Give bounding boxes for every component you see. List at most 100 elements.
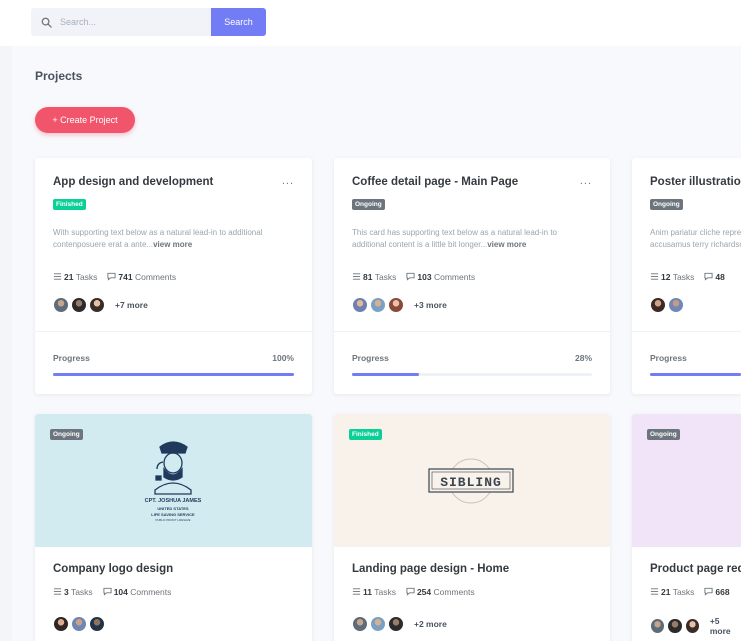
comments-count: 254 Comments <box>406 587 475 597</box>
tasks-count: 21 Tasks <box>53 272 97 282</box>
tasks-count: 11 Tasks <box>352 587 396 597</box>
comment-icon <box>406 272 415 281</box>
comments-number: 104 <box>113 587 128 597</box>
list-icon <box>650 588 659 595</box>
comments-number: 254 <box>416 587 432 597</box>
list-icon <box>352 273 361 280</box>
comments-label: Comments <box>433 272 476 282</box>
project-description: This card has supporting text below as a… <box>352 227 577 251</box>
tasks-count: 12 Tasks <box>650 272 694 282</box>
avatar[interactable] <box>71 616 87 632</box>
divider <box>334 331 610 332</box>
project-stats: 3 Tasks 104 Comments <box>53 587 171 597</box>
project-stats: 21 Tasks 668 <box>650 587 730 597</box>
tasks-label: Tasks <box>75 272 98 282</box>
progress-fill <box>53 373 294 376</box>
avatar[interactable] <box>668 297 684 313</box>
divider <box>632 331 741 332</box>
status-badge: Finished <box>349 429 382 440</box>
comments-number: 741 <box>118 272 133 282</box>
project-card: App design and development ... Finished … <box>35 158 312 394</box>
comments-number: 103 <box>417 272 432 282</box>
list-icon <box>53 588 62 595</box>
description-text: Anim pariatur cliche reprehenderit, enim… <box>650 228 741 249</box>
project-stats: 81 Tasks 103 Comments <box>352 272 475 282</box>
tasks-number: 81 <box>363 272 373 282</box>
logo-text: SIBLING <box>440 475 502 490</box>
progress-bar <box>352 373 592 376</box>
comment-icon <box>406 587 415 596</box>
more-members[interactable]: +2 more <box>414 619 447 629</box>
comments-count: 668 <box>704 587 730 597</box>
comments-label: Comments <box>130 587 172 597</box>
more-members[interactable]: +7 more <box>115 300 148 310</box>
status-badge: Ongoing <box>650 199 683 210</box>
project-title[interactable]: Company logo design <box>53 563 173 575</box>
logo-line-1: UNITED STATES <box>157 506 189 511</box>
more-options-icon[interactable]: ... <box>282 175 294 187</box>
view-more-link[interactable]: view more <box>487 240 526 249</box>
avatar[interactable] <box>388 616 404 632</box>
more-members[interactable]: +3 more <box>414 300 447 310</box>
search-input[interactable] <box>60 17 190 27</box>
project-card: SIBLING Finished Landing page design - H… <box>334 414 610 641</box>
project-title[interactable]: Coffee detail page - Main Page <box>352 176 518 188</box>
logo-line-2: LIFE SAVING SERVICE <box>151 512 195 517</box>
avatar[interactable] <box>650 618 666 634</box>
status-badge: Finished <box>53 199 86 210</box>
project-card: CPT. JOSHUA JAMES UNITED STATES LIFE SAV… <box>35 414 312 641</box>
status-badge: Ongoing <box>647 429 680 440</box>
more-members[interactable]: +5 more <box>710 616 741 636</box>
project-title[interactable]: Landing page design - Home <box>352 563 509 575</box>
tasks-count: 21 Tasks <box>650 587 694 597</box>
comment-icon <box>107 272 116 281</box>
avatar[interactable] <box>667 618 683 634</box>
create-project-button[interactable]: + Create Project <box>35 107 135 133</box>
project-card: Coffee detail page - Main Page ... Ongoi… <box>334 158 610 394</box>
progress-value: 100% <box>272 353 294 363</box>
progress-label: Progress <box>650 353 687 363</box>
project-card: Ongoing Product page redesign 21 Tasks 6… <box>632 414 741 641</box>
view-more-link[interactable]: view more <box>153 240 192 249</box>
project-title[interactable]: Poster illustration design <box>650 176 741 188</box>
tasks-label: Tasks <box>374 272 397 282</box>
project-description: Anim pariatur cliche reprehenderit, enim… <box>650 227 741 251</box>
status-badge: Ongoing <box>50 429 83 440</box>
project-stats: 21 Tasks 741 Comments <box>53 272 176 282</box>
comments-count: 103 Comments <box>406 272 475 282</box>
more-options-icon[interactable]: ... <box>580 175 592 187</box>
avatar[interactable] <box>89 616 105 632</box>
member-avatars <box>650 297 686 313</box>
top-bar: Search <box>0 0 741 46</box>
comments-count: 48 <box>704 272 725 282</box>
avatar[interactable] <box>89 297 105 313</box>
comments-number: 48 <box>715 272 725 282</box>
search-form: Search <box>31 8 266 36</box>
search-field[interactable] <box>31 8 211 36</box>
project-title[interactable]: Product page redesign <box>650 563 741 575</box>
status-badge: Ongoing <box>352 199 385 210</box>
project-stats: 11 Tasks 254 Comments <box>352 587 475 597</box>
avatar[interactable] <box>388 297 404 313</box>
comments-label: Comments <box>433 587 475 597</box>
search-button[interactable]: Search <box>211 8 266 36</box>
avatar[interactable] <box>370 616 386 632</box>
avatar[interactable] <box>352 297 368 313</box>
avatar[interactable] <box>53 297 69 313</box>
comment-icon <box>103 587 112 596</box>
list-icon <box>53 273 62 280</box>
avatar[interactable] <box>370 297 386 313</box>
tasks-count: 81 Tasks <box>352 272 396 282</box>
member-avatars: +3 more <box>352 297 447 313</box>
avatar[interactable] <box>71 297 87 313</box>
logo-name: CPT. JOSHUA JAMES <box>145 498 202 504</box>
comments-number: 668 <box>715 587 730 597</box>
project-title[interactable]: App design and development <box>53 176 213 188</box>
avatar[interactable] <box>650 297 666 313</box>
progress-label: Progress <box>53 353 90 363</box>
page-title: Projects <box>35 69 83 83</box>
avatar[interactable] <box>684 618 700 634</box>
member-avatars: +7 more <box>53 297 148 313</box>
avatar[interactable] <box>352 616 368 632</box>
avatar[interactable] <box>53 616 69 632</box>
